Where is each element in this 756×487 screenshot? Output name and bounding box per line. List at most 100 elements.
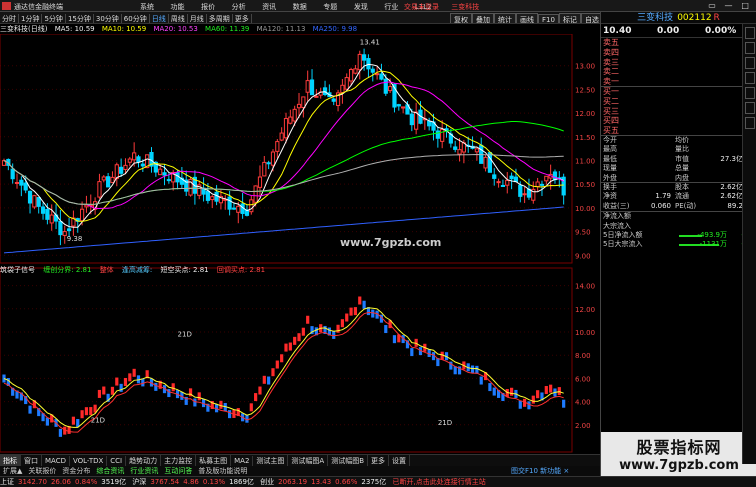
q-value: 1.79 bbox=[655, 192, 671, 201]
tool-icon[interactable] bbox=[745, 42, 755, 54]
candle bbox=[375, 73, 380, 76]
flow-value: -1131万 bbox=[699, 240, 727, 249]
maximize-icon[interactable]: □ bbox=[738, 1, 752, 10]
trade-login-status[interactable]: 交易未登录 bbox=[404, 3, 439, 11]
candle bbox=[292, 108, 297, 122]
candle bbox=[331, 98, 336, 102]
ind-tab-0[interactable]: 指标 bbox=[0, 455, 21, 466]
adjust-button[interactable]: 复权 bbox=[450, 13, 472, 23]
ind-tab-1[interactable]: 窗口 bbox=[21, 455, 42, 466]
menu-news[interactable]: 资讯 bbox=[262, 2, 276, 11]
candle bbox=[344, 77, 349, 90]
minimize-icon[interactable]: — bbox=[722, 1, 736, 10]
candle bbox=[409, 113, 414, 126]
menu-quotes[interactable]: 报价 bbox=[201, 2, 215, 11]
ind-tab-9[interactable]: 测试主图 bbox=[253, 455, 289, 466]
candle bbox=[388, 86, 393, 92]
quote-panel: 三变科技 002112 R 10.40 0.00 0.00% 卖五 卖四 卖三 卖二… bbox=[600, 12, 756, 476]
ind-tab-7[interactable]: 私募主图 bbox=[196, 455, 232, 466]
period-tab-daily[interactable]: 日线 bbox=[150, 14, 169, 23]
menu-system[interactable]: 系统 bbox=[140, 2, 154, 11]
ind-tab-6[interactable]: 主力监控 bbox=[161, 455, 197, 466]
candle bbox=[166, 179, 171, 182]
chart-canvas[interactable]: 13.41 9.38 21D 21D 21D 13.00 12.50 12.00 11.50… bbox=[0, 34, 600, 454]
restore-icon[interactable]: ▭ bbox=[705, 1, 719, 10]
func-tab-6[interactable]: 普及版功能说明 bbox=[195, 466, 250, 476]
period-tab-monthly[interactable]: 月线 bbox=[188, 14, 207, 23]
mark-button[interactable]: 标记 bbox=[558, 13, 581, 23]
period-tab-multi[interactable]: 多周期 bbox=[207, 14, 233, 23]
indicator-bar bbox=[258, 386, 262, 395]
func-tab-0[interactable]: 扩展▲ bbox=[0, 466, 25, 476]
ind-tab-4[interactable]: CCI bbox=[107, 456, 127, 466]
candle bbox=[231, 207, 237, 210]
candlestick-layer: 13.41 9.38 bbox=[1, 38, 566, 254]
indicator-bar bbox=[340, 319, 344, 328]
indicator-bar bbox=[193, 398, 197, 407]
ind-tab-11[interactable]: 测试幅图B bbox=[328, 455, 369, 466]
overlay-button[interactable]: 叠加 bbox=[472, 13, 494, 23]
indicator-bar bbox=[562, 399, 566, 408]
period-tab-60min[interactable]: 60分钟 bbox=[122, 14, 150, 23]
side-stock-code: 002112 bbox=[677, 13, 712, 23]
stats-button[interactable]: 统计 bbox=[494, 13, 516, 23]
q-label: 市值 bbox=[675, 154, 689, 163]
ind-tab-2[interactable]: MACD bbox=[42, 456, 70, 466]
q-label: 最高 bbox=[603, 145, 617, 154]
indicator-bar bbox=[427, 348, 431, 357]
tool-icon[interactable] bbox=[745, 102, 755, 114]
flow-row: 净流入额 bbox=[601, 212, 756, 221]
quote-row: 现量 总量 bbox=[601, 164, 756, 173]
func-tabs-right[interactable]: 图交F10 新功能 × bbox=[508, 466, 572, 476]
window-controls: ▭ — □ ✕ bbox=[705, 1, 756, 10]
func-tab-4[interactable]: 行业资讯 bbox=[127, 466, 161, 476]
ind-tab-10[interactable]: 测试幅图A bbox=[288, 455, 329, 466]
draw-button[interactable]: 画线 bbox=[516, 13, 538, 23]
connection-status[interactable]: 已断开,点击此处连接行情主站 bbox=[392, 478, 485, 486]
f10-button[interactable]: F10 bbox=[538, 14, 559, 23]
func-tab-5[interactable]: 互动问答 bbox=[161, 466, 195, 476]
indicator-bar bbox=[102, 386, 106, 395]
tool-icon[interactable] bbox=[745, 117, 755, 129]
period-tab-more[interactable]: 更多 bbox=[233, 14, 252, 23]
tool-icon[interactable] bbox=[745, 57, 755, 69]
cy-label[interactable]: 创业 bbox=[260, 478, 274, 486]
func-tab-3[interactable]: 综合资讯 bbox=[93, 466, 127, 476]
tool-icon[interactable] bbox=[745, 27, 755, 39]
ind-tab-3[interactable]: VOL-TDX bbox=[70, 456, 108, 466]
ind-tab-5[interactable]: 趋势动力 bbox=[126, 455, 162, 466]
watchlist-button[interactable]: 自选 bbox=[580, 13, 600, 23]
sh-pct: 0.84% bbox=[75, 478, 98, 486]
indicator-name[interactable]: 筑袋子信号 bbox=[0, 266, 35, 274]
period-tab-30min[interactable]: 30分钟 bbox=[94, 14, 122, 23]
period-tab-1min[interactable]: 1分钟 bbox=[19, 14, 43, 23]
hs-label[interactable]: 沪深 bbox=[132, 478, 146, 486]
period-tab-15min[interactable]: 15分钟 bbox=[66, 14, 94, 23]
period-tab-intraday[interactable]: 分时 bbox=[0, 14, 19, 23]
ind-tab-12[interactable]: 更多 bbox=[368, 455, 390, 466]
ind-tab-13[interactable]: 设置 bbox=[389, 455, 411, 466]
chart-area[interactable]: 13.41 9.38 21D 21D 21D 13.00 12.50 12.00 11.50… bbox=[0, 34, 600, 454]
period-tab-5min[interactable]: 5分钟 bbox=[42, 14, 66, 23]
tool-icon[interactable] bbox=[745, 72, 755, 84]
candle bbox=[401, 106, 406, 109]
sh-change: 26.06 bbox=[50, 478, 71, 486]
menu-function[interactable]: 功能 bbox=[171, 2, 185, 11]
sh-label[interactable]: 上证 bbox=[0, 478, 14, 486]
func-tab-2[interactable]: 资金分布 bbox=[59, 466, 93, 476]
q-label: 总量 bbox=[675, 164, 689, 173]
menu-industry[interactable]: 行业 bbox=[384, 2, 398, 11]
menu-discover[interactable]: 发现 bbox=[354, 2, 368, 11]
indicator-bar bbox=[479, 376, 483, 385]
menu-data[interactable]: 数据 bbox=[293, 2, 307, 11]
indicator-layer: 21D 21D 21D bbox=[2, 296, 566, 437]
candle bbox=[279, 132, 284, 141]
tool-icon[interactable] bbox=[745, 87, 755, 99]
func-tab-1[interactable]: 关联报价 bbox=[25, 466, 59, 476]
menu-analysis[interactable]: 分析 bbox=[232, 2, 246, 11]
ask-4: 卖四 bbox=[603, 47, 619, 57]
menu-topics[interactable]: 专题 bbox=[323, 2, 337, 11]
indicator-p1: 整体 bbox=[99, 266, 114, 274]
period-tab-weekly[interactable]: 周线 bbox=[169, 14, 188, 23]
ind-tab-8[interactable]: MA2 bbox=[231, 456, 254, 466]
